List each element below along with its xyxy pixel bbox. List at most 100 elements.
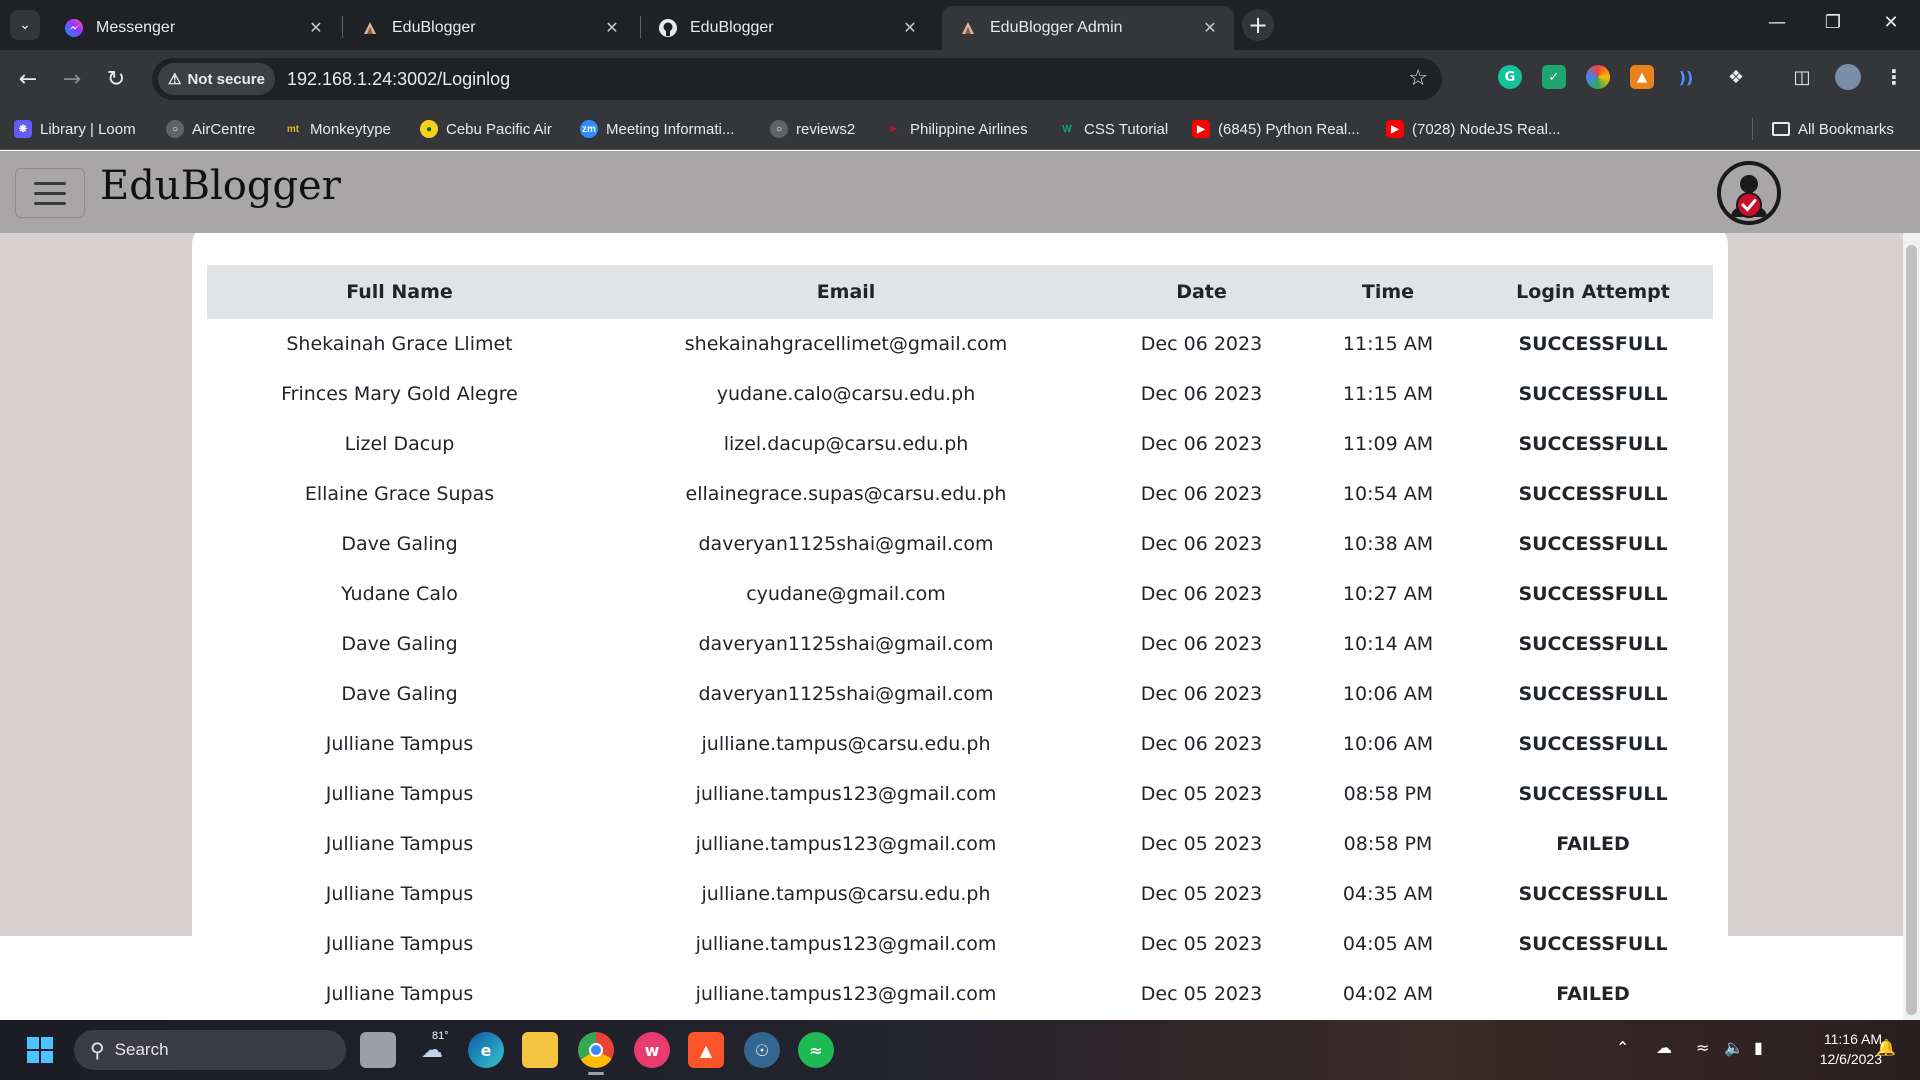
- minimize-button[interactable]: —: [1762, 12, 1792, 33]
- tab-edublogger-admin[interactable]: EduBlogger Admin ✕: [942, 6, 1234, 50]
- all-bookmarks-button[interactable]: All Bookmarks: [1772, 116, 1894, 142]
- bookmark-item[interactable]: ❋ Library | Loom: [14, 116, 136, 142]
- notification-bell-icon[interactable]: 🔔: [1876, 1038, 1896, 1057]
- forward-button[interactable]: →: [56, 63, 88, 95]
- close-icon[interactable]: ✕: [602, 18, 622, 38]
- bookmark-item[interactable]: W CSS Tutorial: [1058, 116, 1168, 142]
- table-row: Julliane Tampus julliane.tampus@carsu.edu…: [207, 719, 1713, 769]
- hamburger-menu-button[interactable]: [15, 168, 85, 218]
- restore-button[interactable]: ❐: [1818, 12, 1848, 33]
- bookmark-star-icon[interactable]: ☆: [1408, 66, 1428, 91]
- battery-icon[interactable]: ▮: [1754, 1038, 1763, 1057]
- cell-time: 11:09 AM: [1342, 433, 1434, 455]
- table-body: Shekainah Grace Llimet shekainahgracellim…: [207, 319, 1713, 1019]
- close-icon[interactable]: ✕: [900, 18, 920, 38]
- cell-email: julliane.tampus123@gmail.com: [695, 933, 997, 955]
- close-icon[interactable]: ✕: [1200, 18, 1220, 38]
- admin-avatar[interactable]: [1717, 161, 1781, 225]
- new-tab-button[interactable]: +: [1242, 9, 1274, 41]
- column-header-date: Date: [1100, 265, 1303, 319]
- bookmark-item[interactable]: ➤ Philippine Airlines: [884, 116, 1028, 142]
- extensions-puzzle-icon[interactable]: ❖: [1724, 65, 1748, 89]
- checkmark-extension-icon[interactable]: ✓: [1542, 65, 1566, 89]
- edge-icon[interactable]: e: [468, 1032, 504, 1068]
- grammarly-icon[interactable]: G: [1498, 65, 1522, 89]
- tab-search-button[interactable]: ⌄: [10, 10, 40, 40]
- security-label: Not secure: [187, 70, 265, 88]
- reload-button[interactable]: ↻: [100, 63, 132, 95]
- browser-tab-bar: ⌄ Messenger ✕ EduBlogger ✕ EduBlogger ✕ …: [0, 0, 1920, 50]
- task-view-icon[interactable]: [360, 1032, 396, 1068]
- cell-full-name: Shekainah Grace Llimet: [286, 333, 513, 355]
- tab-github-edublogger[interactable]: EduBlogger ✕: [642, 6, 934, 50]
- bookmark-label: Philippine Airlines: [910, 120, 1028, 138]
- table-row: Dave Galing daveryan1125shai@gmail.com Dec…: [207, 669, 1713, 719]
- cloud-icon[interactable]: ☁: [1656, 1038, 1672, 1057]
- page-scrollbar[interactable]: [1903, 233, 1920, 1020]
- tab-edublogger[interactable]: EduBlogger ✕: [344, 6, 636, 50]
- chrome-icon[interactable]: [578, 1032, 614, 1068]
- hamburger-line: [34, 191, 66, 195]
- bookmark-item[interactable]: ○ reviews2: [770, 116, 855, 142]
- cell-login-attempt: SUCCESSFULL: [1518, 583, 1668, 605]
- close-icon[interactable]: ✕: [306, 18, 326, 38]
- spotify-icon[interactable]: ≈: [798, 1032, 834, 1068]
- clock-time: 11:16 AM: [1823, 1031, 1882, 1047]
- cell-full-name: Dave Galing: [341, 533, 458, 555]
- chevron-up-icon[interactable]: ⌃: [1616, 1038, 1629, 1057]
- security-indicator[interactable]: ⚠ Not secure: [158, 63, 275, 95]
- zoom-icon: zm: [580, 120, 598, 138]
- bookmark-item[interactable]: ▶ (6845) Python Real...: [1192, 116, 1360, 142]
- cell-date: Dec 05 2023: [1140, 983, 1263, 1005]
- bookmark-item[interactable]: zm Meeting Informati...: [580, 116, 734, 142]
- cell-email: cyudane@gmail.com: [746, 583, 946, 605]
- windows-start-icon[interactable]: [22, 1032, 58, 1068]
- bookmark-item[interactable]: ○ AirCentre: [166, 116, 255, 142]
- bookmark-label: (6845) Python Real...: [1218, 120, 1360, 138]
- cell-full-name: Dave Galing: [341, 683, 458, 705]
- column-header-email: Email: [592, 265, 1100, 319]
- system-clock[interactable]: 11:16 AM 12/6/2023: [1792, 1029, 1882, 1069]
- table-row: Dave Galing daveryan1125shai@gmail.com Dec…: [207, 519, 1713, 569]
- scrollbar-thumb[interactable]: [1906, 245, 1917, 1015]
- cell-login-attempt: FAILED: [1556, 833, 1630, 855]
- cell-full-name: Julliane Tampus: [325, 983, 474, 1005]
- cell-time: 08:58 PM: [1343, 783, 1433, 805]
- close-window-button[interactable]: ✕: [1876, 12, 1906, 33]
- bookmark-item[interactable]: mt Monkeytype: [284, 116, 391, 142]
- clock-date: 12/6/2023: [1819, 1051, 1882, 1067]
- bookmark-item[interactable]: ▶ (7028) NodeJS Real...: [1386, 116, 1560, 142]
- color-picker-extension-icon[interactable]: [1586, 65, 1610, 89]
- address-bar[interactable]: ⚠ Not secure 192.168.1.24:3002/Loginlog …: [152, 58, 1442, 100]
- tab-messenger[interactable]: Messenger ✕: [48, 6, 340, 50]
- volume-icon[interactable]: 🔈: [1724, 1038, 1744, 1057]
- file-explorer-icon[interactable]: [522, 1032, 558, 1068]
- column-header-time: Time: [1303, 265, 1473, 319]
- cell-login-attempt: SUCCESSFULL: [1518, 883, 1668, 905]
- bookmark-label: CSS Tutorial: [1084, 120, 1169, 138]
- bookmark-label: Library | Loom: [40, 120, 136, 138]
- kebab-menu-icon[interactable]: ⋮: [1882, 65, 1906, 89]
- profile-avatar[interactable]: [1835, 64, 1861, 90]
- postgresql-icon[interactable]: ☉: [744, 1032, 780, 1068]
- side-panel-icon[interactable]: ◫: [1790, 65, 1814, 89]
- bookmark-item[interactable]: ● Cebu Pacific Air: [420, 116, 552, 142]
- url-text[interactable]: 192.168.1.24:3002/Loginlog: [287, 69, 510, 90]
- cell-time: 04:05 AM: [1342, 933, 1434, 955]
- bookmarks-bar: ❋ Library | Loom ○ AirCentre mt Monkeytype …: [0, 108, 1920, 150]
- cell-time: 10:14 AM: [1342, 633, 1434, 655]
- read-aloud-icon[interactable]: )): [1674, 65, 1698, 89]
- search-icon: ⚲: [90, 1039, 105, 1062]
- metamask-icon[interactable]: ▲: [1630, 65, 1654, 89]
- bookmark-label: AirCentre: [192, 120, 256, 138]
- wifi-icon[interactable]: ≈: [1696, 1038, 1709, 1057]
- w3schools-icon: W: [1062, 123, 1072, 135]
- brave-icon[interactable]: ▲: [688, 1032, 724, 1068]
- tab-title: EduBlogger: [690, 19, 774, 36]
- table-row: Dave Galing daveryan1125shai@gmail.com Dec…: [207, 619, 1713, 669]
- brand-title[interactable]: EduBlogger: [100, 163, 341, 209]
- back-button[interactable]: ←: [12, 63, 44, 95]
- cell-full-name: Frinces Mary Gold Alegre: [281, 383, 518, 405]
- taskbar-search[interactable]: ⚲ Search: [74, 1030, 346, 1070]
- wps-office-icon[interactable]: w: [634, 1032, 670, 1068]
